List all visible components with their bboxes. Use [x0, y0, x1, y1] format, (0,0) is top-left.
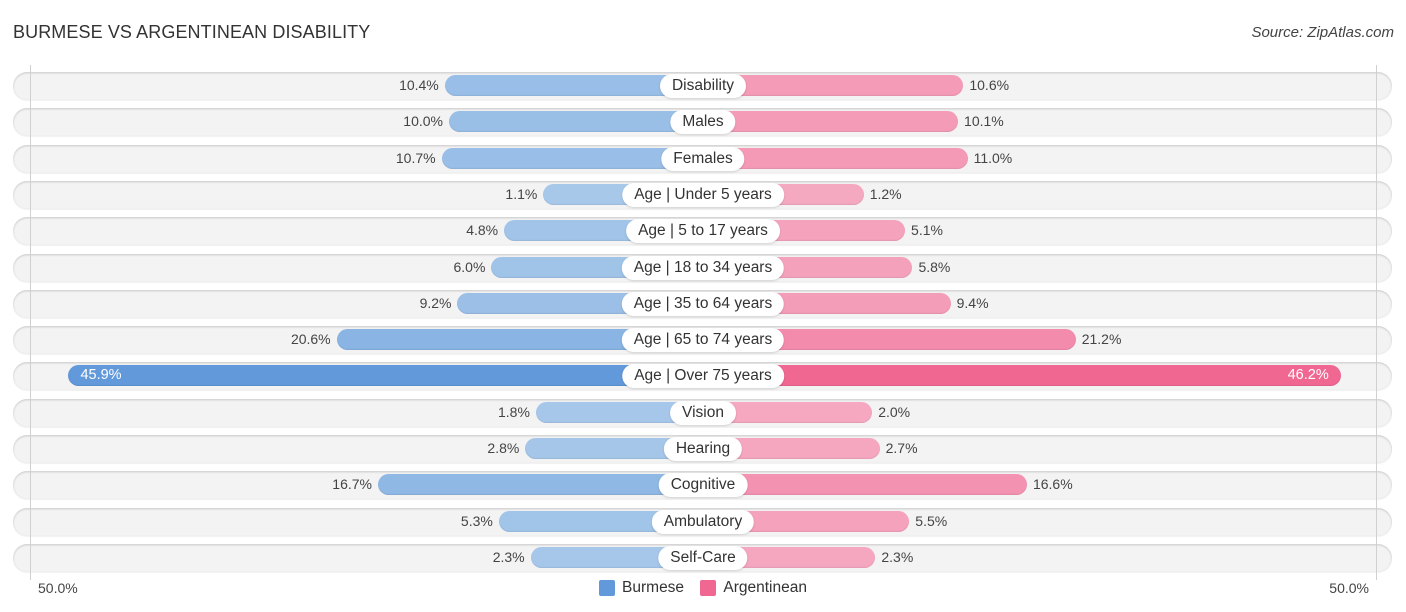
legend-item-argentinean: Argentinean [700, 579, 807, 597]
category-label: Vision [670, 400, 736, 425]
bar-argentinean [703, 365, 1341, 386]
legend-swatch-burmese [599, 580, 616, 596]
value-label-argentinean: 2.7% [885, 440, 918, 456]
category-label: Age | 18 to 34 years [621, 255, 785, 280]
value-label-argentinean: 5.5% [915, 513, 948, 529]
value-label-burmese: 1.8% [498, 404, 530, 420]
category-label: Age | 65 to 74 years [621, 327, 785, 352]
category-label: Ambulatory [651, 509, 755, 534]
category-label: Hearing [663, 436, 743, 461]
value-label-burmese: 2.3% [492, 549, 525, 565]
category-label: Age | Under 5 years [622, 182, 784, 207]
category-label: Self-Care [658, 545, 748, 570]
legend-swatch-argentinean [700, 580, 717, 596]
value-label-argentinean: 1.2% [869, 186, 902, 202]
value-label-argentinean: 5.8% [918, 259, 951, 275]
value-label-argentinean: 11.0% [973, 150, 1013, 166]
value-label-argentinean: 2.0% [878, 404, 911, 420]
legend-label-argentinean: Argentinean [723, 579, 807, 596]
value-label-burmese: 16.7% [332, 476, 372, 492]
value-label-burmese: 10.0% [403, 113, 443, 129]
legend: Burmese Argentinean [0, 579, 1406, 601]
bar-burmese [377, 474, 703, 495]
value-label-burmese: 1.1% [505, 186, 538, 202]
bar-argentinean [703, 111, 959, 132]
value-label-burmese: 20.6% [290, 331, 331, 347]
value-label-argentinean: 2.3% [881, 549, 914, 565]
value-label-burmese: 10.7% [395, 150, 436, 166]
category-label: Age | 5 to 17 years [626, 218, 780, 243]
legend-item-burmese: Burmese [599, 579, 684, 597]
value-label-burmese: 5.3% [460, 513, 493, 529]
value-label-burmese: 6.0% [453, 259, 486, 275]
value-label-burmese: 45.9% [80, 367, 122, 383]
value-label-argentinean: 10.1% [964, 113, 1004, 129]
category-label: Males [670, 109, 736, 134]
bar-argentinean [703, 474, 1027, 495]
value-label-burmese: 4.8% [466, 222, 499, 238]
value-label-argentinean: 9.4% [956, 295, 989, 311]
value-label-argentinean: 5.1% [911, 222, 943, 238]
category-label: Age | Over 75 years [622, 363, 784, 388]
right-axis-line [1376, 65, 1377, 580]
value-label-argentinean: 21.2% [1081, 331, 1122, 347]
left-axis-line [30, 65, 31, 580]
category-label: Age | 35 to 64 years [621, 291, 785, 316]
legend-label-burmese: Burmese [622, 579, 685, 596]
value-label-argentinean: 46.2% [1287, 367, 1329, 383]
value-label-argentinean: 10.6% [969, 77, 1010, 93]
value-label-argentinean: 16.6% [1032, 476, 1073, 492]
value-label-burmese: 10.4% [399, 77, 439, 93]
category-label: Disability [659, 73, 747, 98]
category-label: Cognitive [658, 472, 748, 497]
bar-burmese [68, 365, 703, 386]
category-label: Females [661, 146, 745, 171]
chart-area: 10.4% 10.6% Disability 10.0% 10.1% Males 10.7%… [0, 0, 1406, 612]
value-label-burmese: 9.2% [419, 295, 452, 311]
value-label-burmese: 2.8% [487, 440, 520, 456]
bar-burmese [449, 111, 703, 132]
